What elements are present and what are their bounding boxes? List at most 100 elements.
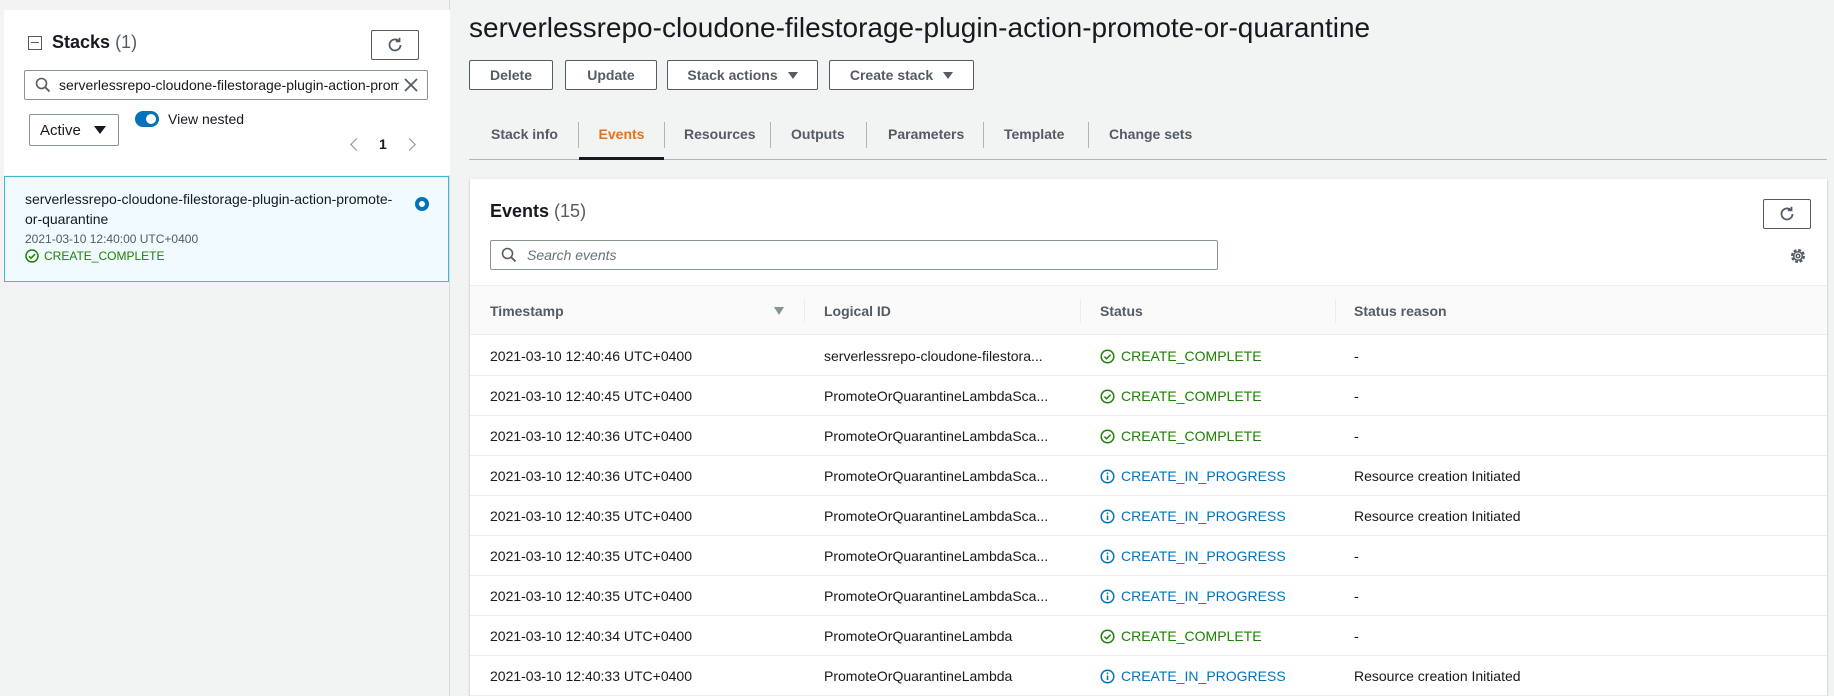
- chevron-right-icon[interactable]: [402, 137, 416, 151]
- events-title: Events (15): [490, 201, 587, 221]
- event-timestamp: 2021-03-10 12:40:33 UTC+0400: [490, 668, 692, 684]
- event-status: CREATE_IN_PROGRESS: [1100, 536, 1330, 576]
- column-status-reason[interactable]: Status reason: [1354, 286, 1447, 336]
- event-status-reason: -: [1354, 548, 1359, 564]
- refresh-icon: [388, 37, 402, 52]
- delete-button[interactable]: Delete: [469, 60, 553, 90]
- table-row: 2021-03-10 12:40:36 UTC+0400 PromoteOrQua…: [470, 456, 1827, 496]
- event-logical-id[interactable]: serverlessrepo-cloudone-filestora...: [824, 336, 1074, 376]
- event-status: CREATE_COMPLETE: [1100, 376, 1330, 416]
- pagination: 1: [350, 136, 416, 152]
- table-row: 2021-03-10 12:40:34 UTC+0400 PromoteOrQua…: [470, 616, 1827, 656]
- caret-down-icon: [787, 71, 798, 79]
- gear-icon[interactable]: [1789, 247, 1807, 265]
- event-status: CREATE_COMPLETE: [1100, 416, 1330, 456]
- check-circle-icon: [25, 249, 39, 263]
- stacks-header: Stacks (1): [28, 32, 137, 53]
- event-logical-id[interactable]: PromoteOrQuarantineLambdaSca...: [824, 496, 1074, 536]
- event-status-reason: Resource creation Initiated: [1354, 468, 1521, 484]
- page-number[interactable]: 1: [379, 136, 387, 152]
- check-circle-icon: [1100, 348, 1115, 364]
- events-search-placeholder: Search events: [527, 247, 617, 263]
- chevron-left-icon[interactable]: [350, 137, 363, 151]
- stacks-search-value: serverlessrepo-cloudone-filestorage-plug…: [59, 77, 399, 93]
- check-circle-icon: [1100, 628, 1115, 644]
- sort-descending-icon[interactable]: [774, 307, 784, 315]
- tab-template[interactable]: Template: [1004, 108, 1064, 159]
- event-logical-id[interactable]: PromoteOrQuarantineLambda: [824, 656, 1074, 696]
- info-circle-icon: [1100, 508, 1115, 524]
- events-count: (15): [554, 201, 587, 221]
- stack-status: CREATE_COMPLETE: [25, 249, 164, 263]
- event-status: CREATE_IN_PROGRESS: [1100, 496, 1330, 536]
- event-timestamp: 2021-03-10 12:40:36 UTC+0400: [490, 428, 692, 444]
- info-circle-icon: [1100, 548, 1115, 564]
- stack-actions-button[interactable]: Stack actions: [667, 60, 818, 90]
- event-status: CREATE_IN_PROGRESS: [1100, 656, 1330, 696]
- column-status[interactable]: Status: [1100, 286, 1143, 336]
- table-row: 2021-03-10 12:40:36 UTC+0400 PromoteOrQua…: [470, 416, 1827, 456]
- event-status: CREATE_COMPLETE: [1100, 336, 1330, 376]
- table-row: 2021-03-10 12:40:35 UTC+0400 PromoteOrQua…: [470, 496, 1827, 536]
- check-circle-icon: [1100, 428, 1115, 444]
- tab-resources[interactable]: Resources: [684, 108, 756, 159]
- stacks-sidebar: Stacks (1) serverlessrepo-cloudone-files…: [0, 0, 450, 696]
- tab-outputs[interactable]: Outputs: [791, 108, 845, 159]
- column-logical-id[interactable]: Logical ID: [824, 286, 891, 336]
- table-row: 2021-03-10 12:40:35 UTC+0400 PromoteOrQua…: [470, 576, 1827, 616]
- search-icon: [501, 247, 517, 263]
- event-timestamp: 2021-03-10 12:40:35 UTC+0400: [490, 548, 692, 564]
- table-row: 2021-03-10 12:40:45 UTC+0400 PromoteOrQua…: [470, 376, 1827, 416]
- tab-parameters[interactable]: Parameters: [888, 108, 964, 159]
- event-status: CREATE_IN_PROGRESS: [1100, 576, 1330, 616]
- stacks-search-input[interactable]: serverlessrepo-cloudone-filestorage-plug…: [24, 70, 428, 100]
- refresh-icon: [1780, 206, 1794, 221]
- events-panel: Events (15) Search events Timestamp Logi…: [470, 179, 1827, 696]
- page-title: serverlessrepo-cloudone-filestorage-plug…: [469, 12, 1371, 43]
- event-status-reason: Resource creation Initiated: [1354, 508, 1521, 524]
- caret-down-icon: [94, 126, 106, 134]
- table-row: 2021-03-10 12:40:46 UTC+0400 serverlessre…: [470, 336, 1827, 376]
- event-status-reason: -: [1354, 588, 1359, 604]
- view-nested-toggle[interactable]: [135, 111, 159, 127]
- table-row: 2021-03-10 12:40:33 UTC+0400 PromoteOrQua…: [470, 656, 1827, 696]
- stacks-refresh-button[interactable]: [371, 30, 419, 60]
- view-nested-label: View nested: [168, 111, 245, 127]
- events-refresh-button[interactable]: [1763, 199, 1811, 229]
- stack-radio-button[interactable]: [415, 197, 429, 211]
- stack-list-item[interactable]: serverlessrepo-cloudone-filestorage-plug…: [4, 176, 449, 282]
- table-row: 2021-03-10 12:40:35 UTC+0400 PromoteOrQua…: [470, 536, 1827, 576]
- info-circle-icon: [1100, 668, 1115, 684]
- event-logical-id[interactable]: PromoteOrQuarantineLambdaSca...: [824, 376, 1074, 416]
- event-timestamp: 2021-03-10 12:40:36 UTC+0400: [490, 468, 692, 484]
- close-icon[interactable]: [403, 77, 419, 93]
- status-filter-value: Active: [40, 121, 81, 139]
- search-icon: [35, 77, 51, 93]
- tab-change-sets[interactable]: Change sets: [1109, 108, 1192, 159]
- create-stack-button[interactable]: Create stack: [829, 60, 974, 90]
- event-timestamp: 2021-03-10 12:40:35 UTC+0400: [490, 588, 692, 604]
- stack-tabs: Stack info Events Resources Outputs Para…: [469, 108, 1827, 160]
- status-filter-select[interactable]: Active: [29, 114, 119, 146]
- update-button[interactable]: Update: [565, 60, 657, 90]
- event-status: CREATE_IN_PROGRESS: [1100, 456, 1330, 496]
- event-logical-id[interactable]: PromoteOrQuarantineLambdaSca...: [824, 456, 1074, 496]
- stacks-count: (1): [115, 32, 138, 52]
- event-status-reason: Resource creation Initiated: [1354, 668, 1521, 684]
- tab-events[interactable]: Events: [579, 108, 664, 160]
- tab-stack-info[interactable]: Stack info: [491, 108, 558, 159]
- events-table-header: Timestamp Logical ID Status Status reaso…: [470, 285, 1827, 335]
- event-status-reason: -: [1354, 628, 1359, 644]
- event-logical-id[interactable]: PromoteOrQuarantineLambda: [824, 616, 1074, 656]
- event-logical-id[interactable]: PromoteOrQuarantineLambdaSca...: [824, 576, 1074, 616]
- event-logical-id[interactable]: PromoteOrQuarantineLambdaSca...: [824, 536, 1074, 576]
- events-search-input[interactable]: Search events: [490, 240, 1218, 270]
- event-status-reason: -: [1354, 388, 1359, 404]
- column-timestamp[interactable]: Timestamp: [490, 286, 564, 336]
- info-circle-icon: [1100, 588, 1115, 604]
- event-status: CREATE_COMPLETE: [1100, 616, 1330, 656]
- event-logical-id[interactable]: PromoteOrQuarantineLambdaSca...: [824, 416, 1074, 456]
- event-timestamp: 2021-03-10 12:40:34 UTC+0400: [490, 628, 692, 644]
- collapse-icon[interactable]: [28, 35, 42, 50]
- stacks-title: Stacks (1): [52, 32, 138, 52]
